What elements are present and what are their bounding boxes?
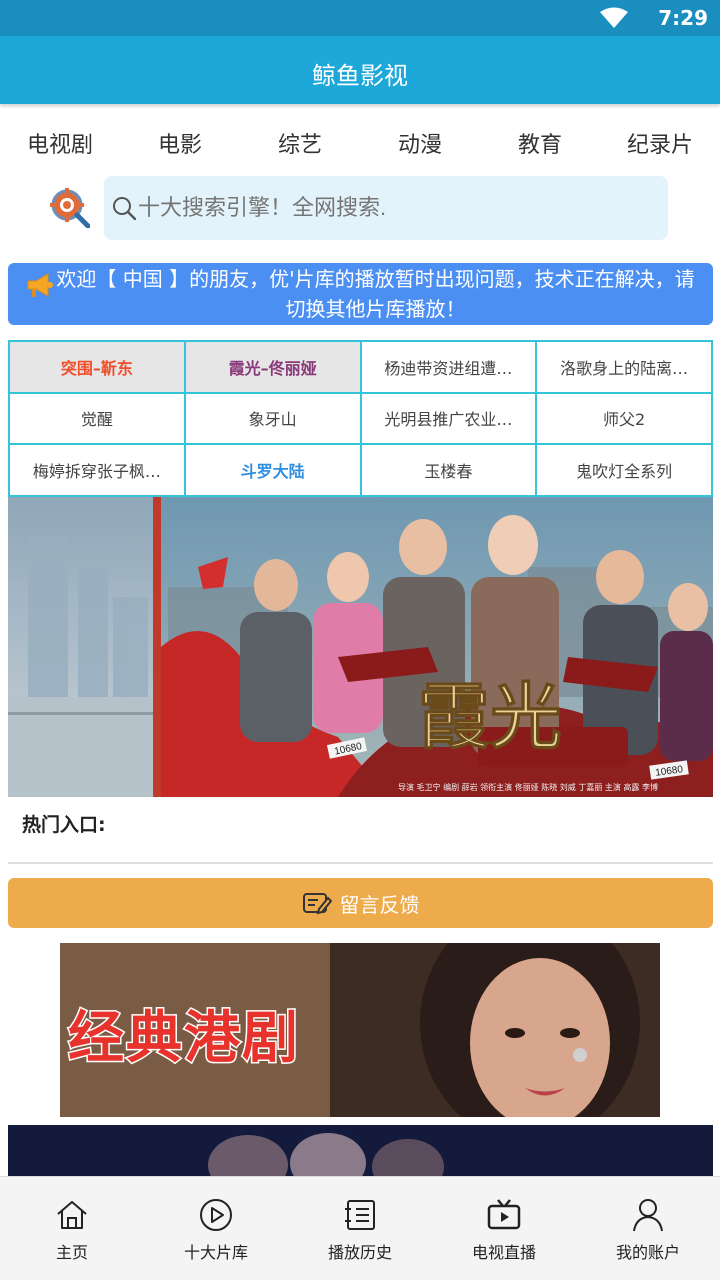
nav-home[interactable]: 主页 (0, 1177, 144, 1280)
app-title: 鲸鱼影视 (312, 62, 408, 90)
banner-poster[interactable]: 10680 10680 霞光 导演 毛卫宁 编剧 薛岩 领衔主演 佟丽娅 陈晓 … (8, 497, 713, 797)
grid-item[interactable]: 觉醒 (10, 393, 186, 446)
search-icon (113, 197, 136, 220)
nav-account[interactable]: 我的账户 (576, 1177, 720, 1280)
user-icon (633, 1199, 663, 1232)
tv-icon (487, 1199, 521, 1230)
poster-credits: 导演 毛卫宁 编剧 薛岩 领衔主演 佟丽娅 陈晓 刘威 丁嘉丽 主演 高露 李博 (398, 782, 658, 792)
notice-banner: 欢迎【 中国 】的朋友，优'片库的播放暂时出现问题，技术正在解决，请切换其他片库… (8, 263, 713, 325)
grid-item[interactable]: 斗罗大陆 (185, 445, 362, 497)
promo-title: 经典港剧 (67, 1005, 300, 1073)
notice-text: 欢迎【 中国 】的朋友，优'片库的播放暂时出现问题，技术正在解决，请切换其他片库… (56, 267, 695, 321)
home-icon (57, 1201, 87, 1229)
grid-item[interactable]: 光明县推广农业… (361, 393, 538, 446)
category-tabs: 电视剧 电影 综艺 动漫 教育 纪录片 (0, 126, 720, 166)
bottom-navigation: 主页 十大片库 播放历史 电视直播 我的账户 (0, 1176, 720, 1280)
divider (8, 862, 713, 864)
grid-item[interactable]: 梅婷拆穿张子枫… (10, 445, 186, 497)
feedback-button[interactable]: 留言反馈 (8, 878, 713, 928)
nav-history[interactable]: 播放历史 (288, 1177, 432, 1280)
grid-item[interactable]: 鬼吹灯全系列 (537, 445, 713, 497)
hot-entry-label: 热门入口: (22, 814, 106, 836)
tab-education[interactable]: 教育 (480, 126, 600, 166)
tab-tv-series[interactable]: 电视剧 (0, 126, 120, 166)
tab-movies[interactable]: 电影 (120, 126, 240, 166)
grid-item[interactable]: 象牙山 (185, 393, 362, 446)
nav-account-label: 我的账户 (615, 1243, 680, 1262)
grid-item[interactable]: 杨迪带资进组遭… (361, 342, 538, 394)
grid-item[interactable]: 玉楼春 (361, 445, 538, 497)
nav-top-libraries-label: 十大片库 (183, 1243, 248, 1262)
search-box[interactable] (104, 176, 668, 240)
grid-item[interactable]: 霞光–佟丽娅 (185, 342, 362, 394)
edit-note-icon (302, 893, 332, 915)
promo-banner-hk-drama[interactable]: 经典港剧 (60, 943, 660, 1117)
tab-variety[interactable]: 综艺 (240, 126, 360, 166)
hot-titles-grid: 突围–靳东 霞光–佟丽娅 杨迪带资进组遭… 洛歌身上的陆离… 觉醒 象牙山 光明… (8, 340, 713, 497)
search-gear-icon[interactable] (50, 188, 90, 228)
feedback-label: 留言反馈 (339, 892, 420, 917)
grid-item[interactable]: 师父2 (537, 393, 713, 446)
tab-anime[interactable]: 动漫 (360, 126, 480, 166)
play-circle-icon (200, 1199, 232, 1231)
grid-item[interactable]: 洛歌身上的陆离… (537, 342, 713, 394)
wifi-icon (600, 7, 628, 28)
status-time: 7:29 (658, 6, 708, 30)
search-input[interactable] (138, 176, 658, 240)
status-bar: 7:29 (0, 0, 720, 36)
megaphone-icon (27, 273, 53, 297)
nav-live-tv-label: 电视直播 (471, 1243, 536, 1262)
history-list-icon (345, 1200, 375, 1230)
nav-top-libraries[interactable]: 十大片库 (144, 1177, 288, 1280)
grid-item[interactable]: 突围–靳东 (10, 342, 186, 394)
app-bar: 鲸鱼影视 (0, 36, 720, 104)
nav-home-label: 主页 (55, 1243, 88, 1262)
poster-artwork: 10680 10680 霞光 导演 毛卫宁 编剧 薛岩 领衔主演 佟丽娅 陈晓 … (8, 497, 713, 797)
nav-history-label: 播放历史 (327, 1243, 392, 1262)
tab-documentary[interactable]: 纪录片 (600, 126, 720, 166)
poster-title-art: 霞光 (418, 674, 562, 759)
nav-live-tv[interactable]: 电视直播 (432, 1177, 576, 1280)
